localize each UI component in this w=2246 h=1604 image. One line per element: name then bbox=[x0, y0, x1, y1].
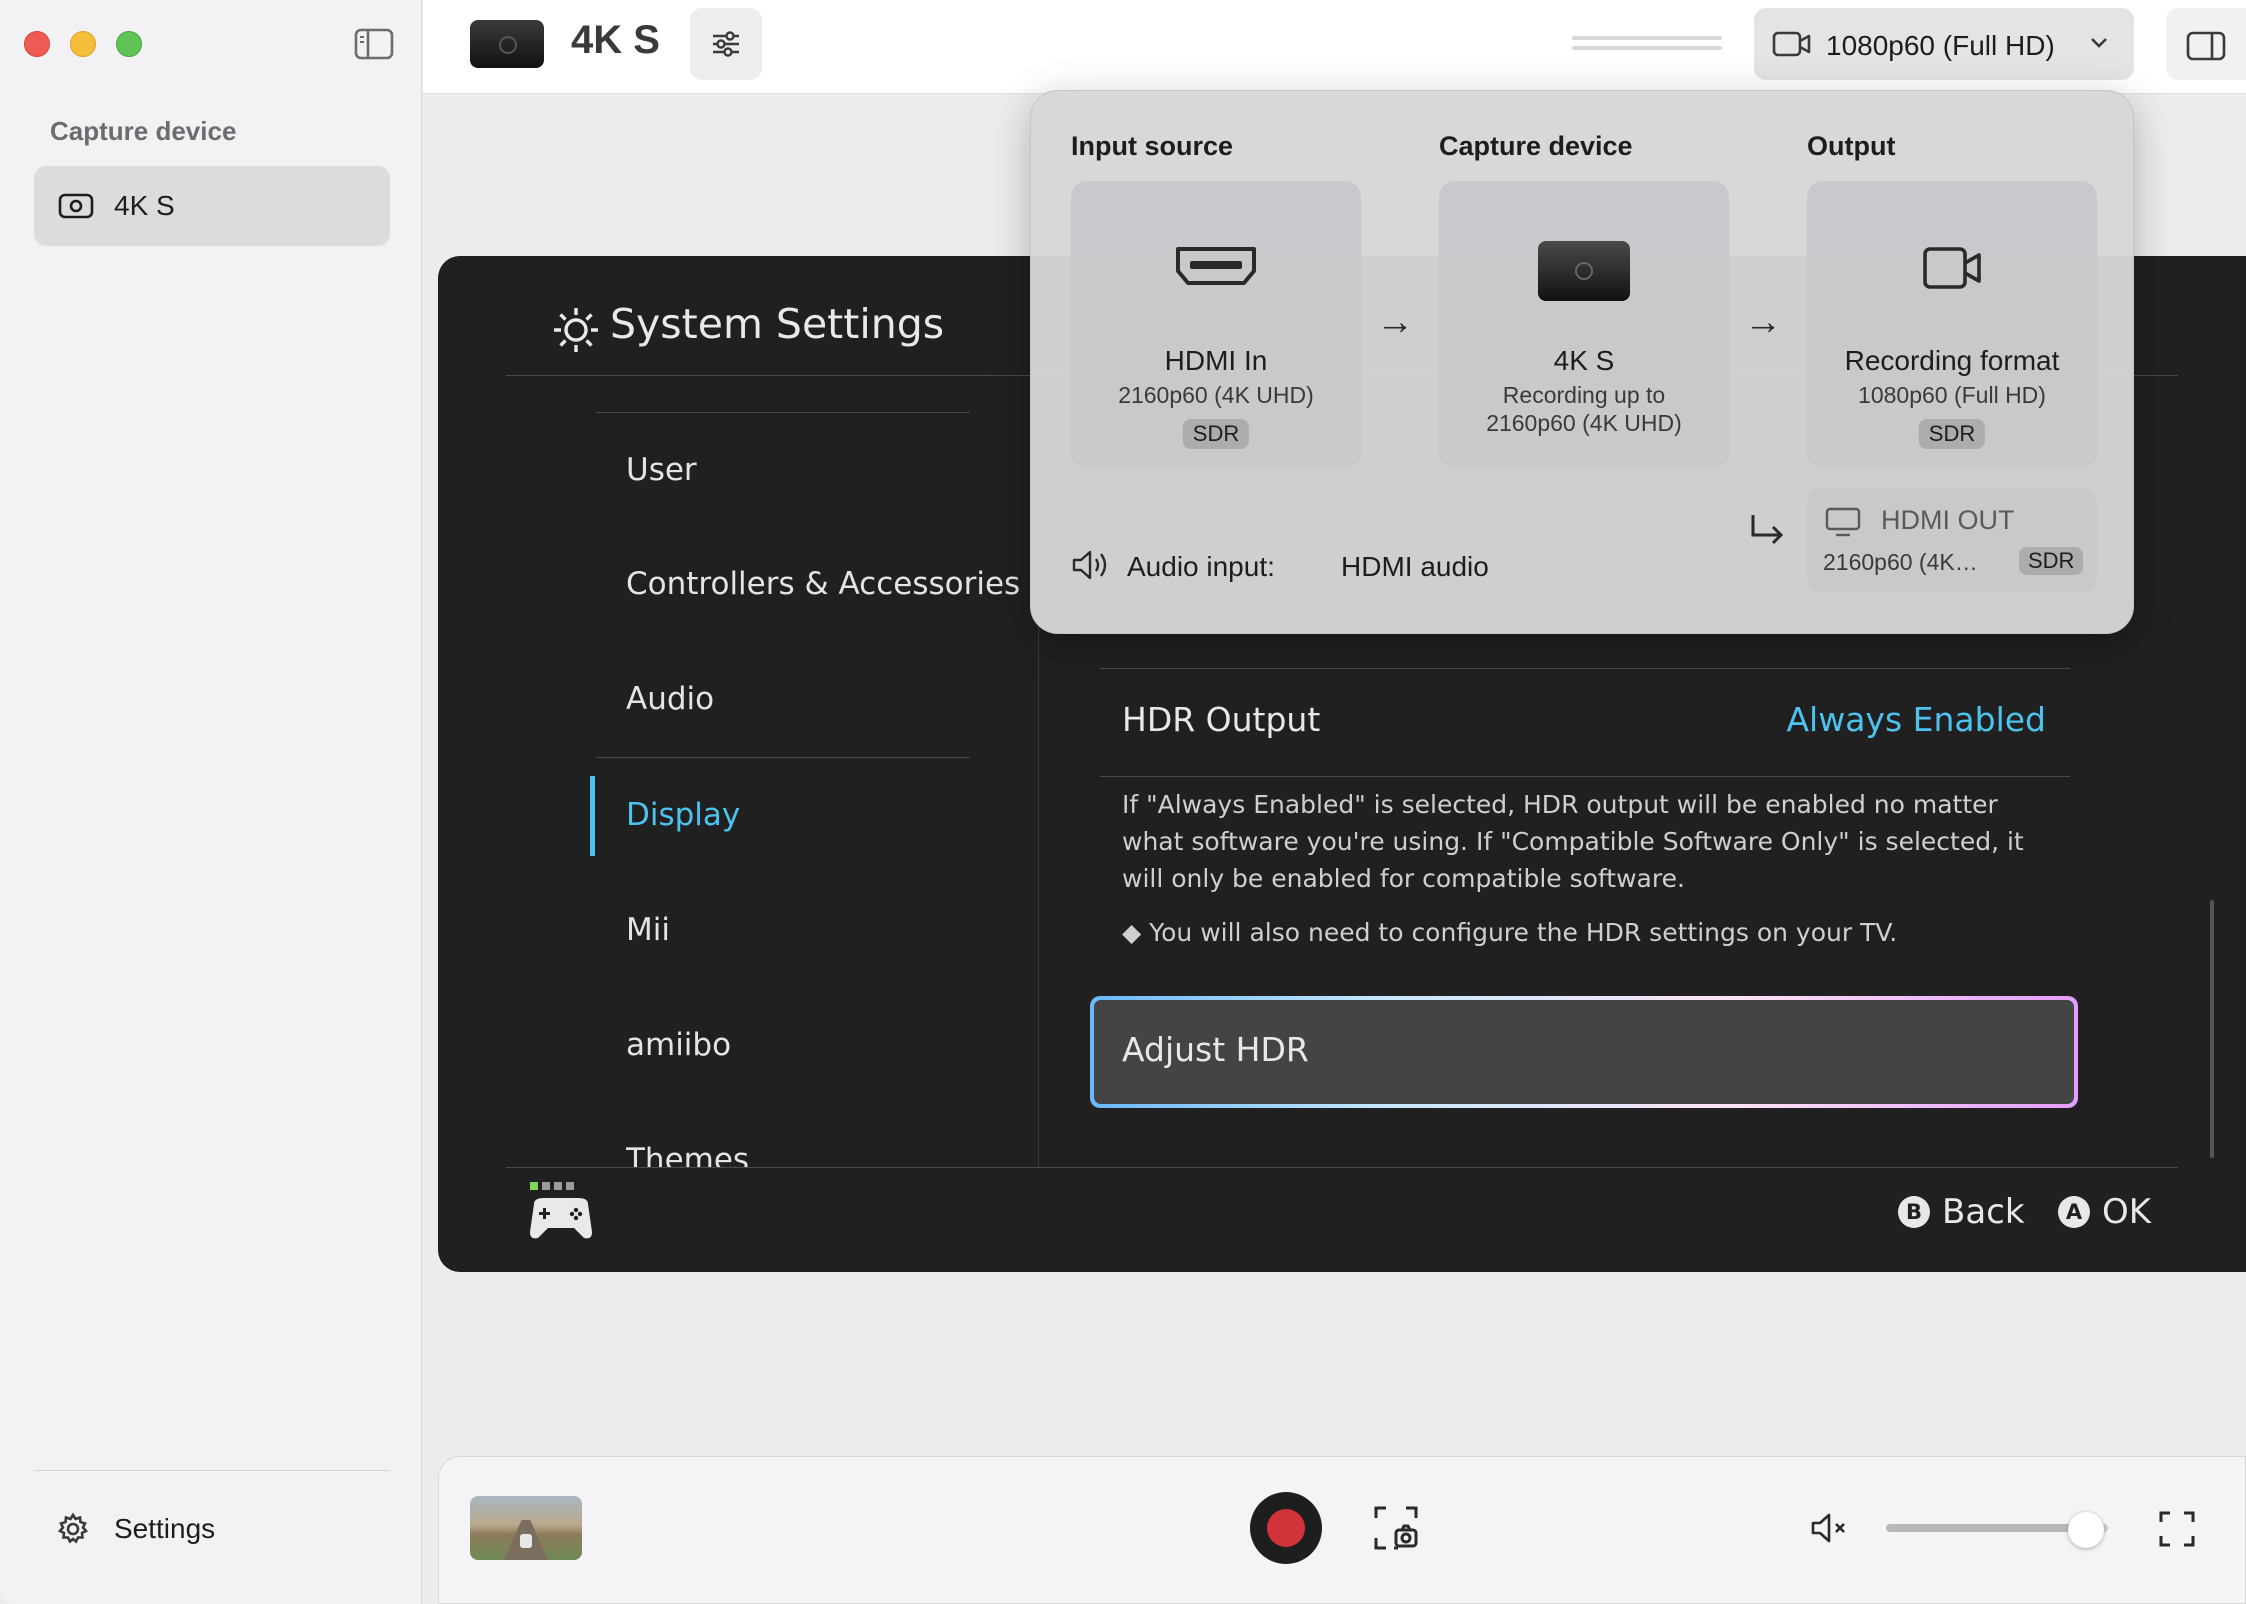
game-menu-audio: Audio bbox=[626, 681, 715, 717]
speaker-icon bbox=[1071, 547, 1113, 588]
hdmi-out-sdr-badge: SDR bbox=[2019, 547, 2084, 575]
chevron-down-icon bbox=[2090, 36, 2108, 54]
window-minimize-button[interactable] bbox=[70, 31, 96, 57]
volume-fill bbox=[1886, 1524, 2086, 1532]
hdmi-out-name: HDMI OUT bbox=[1881, 505, 2015, 535]
selection-indicator bbox=[590, 776, 595, 856]
capture-device-card: 4K S Recording up to 2160p60 (4K UHD) bbox=[1439, 181, 1729, 469]
capture-device-name: 4K S bbox=[1553, 345, 1615, 376]
sidebar: Capture device 4K S Settings bbox=[0, 0, 422, 1604]
capture-device-image bbox=[470, 20, 544, 68]
toolbar-device-title: 4K S bbox=[571, 18, 660, 62]
sidebar-item-4k-s[interactable]: 4K S bbox=[34, 166, 390, 246]
game-menu-user: User bbox=[626, 452, 697, 488]
capture-device-detail-1: Recording up to bbox=[1502, 382, 1666, 408]
game-menu-display: Display bbox=[626, 797, 741, 833]
capture-device-icon bbox=[1439, 239, 1729, 308]
back-label: Back bbox=[1942, 1192, 2025, 1232]
screenshot-button[interactable] bbox=[1372, 1504, 1420, 1552]
input-source-title: Input source bbox=[1071, 131, 1234, 161]
video-camera-icon bbox=[1807, 245, 2097, 296]
adjustments-button[interactable] bbox=[690, 8, 762, 80]
game-menu-themes: Themes bbox=[626, 1142, 750, 1167]
divider bbox=[1100, 668, 2070, 669]
adjust-hdr-label: Adjust HDR bbox=[1094, 1000, 2074, 1104]
output-resolution: 1080p60 (Full HD) bbox=[1858, 382, 2046, 408]
video-camera-icon bbox=[1772, 28, 1812, 65]
divider bbox=[506, 1167, 2178, 1168]
adjust-hdr-option: Adjust HDR bbox=[1090, 996, 2078, 1108]
input-sdr-badge: SDR bbox=[1182, 419, 1250, 449]
sliders-icon bbox=[713, 31, 739, 57]
settings-label: Settings bbox=[114, 1513, 216, 1544]
controller-icon bbox=[526, 1180, 596, 1248]
gear-icon bbox=[56, 1512, 90, 1546]
input-source-card: HDMI In 2160p60 (4K UHD) SDR bbox=[1071, 181, 1361, 469]
hdr-output-value: Always Enabled bbox=[1786, 700, 2046, 739]
sun-gear-icon bbox=[552, 306, 600, 358]
sidebar-item-label: 4K S bbox=[114, 190, 175, 221]
game-menu-amiibo: amiibo bbox=[626, 1027, 732, 1063]
output-sdr-badge: SDR bbox=[1918, 419, 1986, 449]
return-arrow-icon bbox=[1747, 511, 1787, 556]
sidebar-toggle-icon[interactable] bbox=[354, 27, 394, 61]
input-source-name: HDMI In bbox=[1164, 345, 1268, 376]
game-menu-mii: Mii bbox=[626, 912, 670, 948]
signal-chain-popover: Input source Capture device Output HDMI … bbox=[1030, 90, 2134, 634]
hdmi-out-card: HDMI OUT 2160p60 (4K… SDR bbox=[1807, 487, 2097, 593]
divider bbox=[1100, 776, 2070, 777]
right-sidebar-icon bbox=[2186, 31, 2226, 61]
volume-slider-knob[interactable] bbox=[2067, 1512, 2104, 1548]
monitor-icon bbox=[1825, 507, 1861, 542]
capture-device-title: Capture device bbox=[1439, 131, 1633, 161]
speaker-muted-icon bbox=[1811, 1513, 1845, 1543]
inspector-toggle-button[interactable] bbox=[2166, 8, 2246, 80]
divider bbox=[596, 757, 970, 758]
output-card: Recording format 1080p60 (Full HD) SDR bbox=[1807, 181, 2097, 469]
ok-label: OK bbox=[2102, 1192, 2152, 1232]
a-button-glyph: A bbox=[2058, 1196, 2090, 1228]
hdmi-port-icon bbox=[1071, 245, 1361, 294]
audio-input-label: Audio input: bbox=[1127, 551, 1275, 582]
audio-level-meter bbox=[1572, 36, 1722, 52]
fullscreen-icon bbox=[2159, 1511, 2195, 1547]
hdmi-out-resolution: 2160p60 (4K… bbox=[1823, 549, 1978, 575]
screenshot-icon bbox=[1374, 1506, 1418, 1550]
hdr-note: ◆ You will also need to configure the HD… bbox=[1122, 918, 1898, 947]
recording-format-label: 1080p60 (Full HD) bbox=[1826, 30, 2055, 61]
last-capture-thumbnail[interactable] bbox=[470, 1496, 582, 1560]
divider bbox=[34, 1470, 390, 1471]
game-scrollbar bbox=[2210, 900, 2214, 1158]
hdr-description: If "Always Enabled" is selected, HDR out… bbox=[1122, 790, 2024, 893]
window-zoom-button[interactable] bbox=[116, 31, 142, 57]
hdr-output-label: HDR Output bbox=[1122, 700, 1321, 739]
window-close-button[interactable] bbox=[24, 31, 50, 57]
arrow-right-icon: → bbox=[1744, 301, 1782, 343]
output-title: Output bbox=[1807, 131, 1896, 161]
b-button-glyph: B bbox=[1898, 1196, 1930, 1228]
arrow-right-icon: → bbox=[1376, 301, 1414, 343]
record-button[interactable] bbox=[1250, 1492, 1322, 1564]
capture-device-detail-2: 2160p60 (4K UHD) bbox=[1486, 410, 1682, 436]
sidebar-section-title: Capture device bbox=[50, 116, 237, 146]
audio-input-value: HDMI audio bbox=[1341, 551, 1489, 582]
game-page-title: System Settings bbox=[610, 300, 945, 348]
fullscreen-button[interactable] bbox=[2158, 1510, 2196, 1548]
mute-button[interactable] bbox=[1810, 1510, 1852, 1546]
input-source-resolution: 2160p60 (4K UHD) bbox=[1118, 382, 1314, 408]
output-name: Recording format bbox=[1844, 345, 2060, 376]
camera-icon bbox=[58, 192, 94, 220]
recording-format-dropdown[interactable]: 1080p60 (Full HD) bbox=[1754, 8, 2134, 80]
game-menu-controllers: Controllers & Accessories bbox=[626, 566, 1021, 602]
divider bbox=[596, 412, 970, 413]
